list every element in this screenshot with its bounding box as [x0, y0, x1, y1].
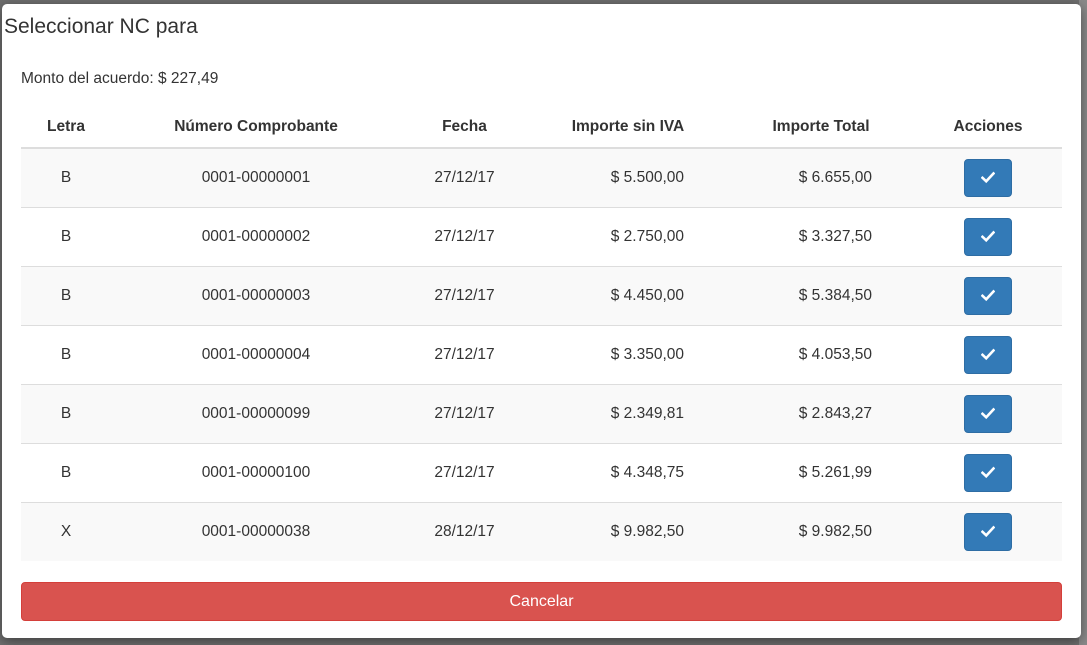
cell-numero: 0001-00000002	[111, 207, 401, 267]
check-icon	[981, 407, 995, 420]
cell-importe-total: $ 9.982,50	[728, 502, 914, 561]
cell-acciones	[914, 266, 1062, 326]
table-row: X 0001-00000038 28/12/17 $ 9.982,50 $ 9.…	[21, 502, 1062, 561]
cell-acciones	[914, 384, 1062, 444]
table-row: B 0001-00000002 27/12/17 $ 2.750,00 $ 3.…	[21, 207, 1062, 267]
select-nc-modal: Seleccionar NC para Monto del acuerdo: $…	[2, 4, 1081, 638]
cell-fecha: 27/12/17	[401, 147, 528, 208]
cell-numero: 0001-00000004	[111, 325, 401, 385]
cell-importe-total: $ 2.843,27	[728, 384, 914, 444]
check-icon	[981, 525, 995, 538]
select-nc-button[interactable]	[964, 513, 1012, 551]
cell-acciones	[914, 147, 1062, 208]
cell-importe-sin-iva: $ 5.500,00	[528, 147, 728, 208]
cell-letra: B	[21, 384, 111, 444]
cell-numero: 0001-00000099	[111, 384, 401, 444]
table-row: B 0001-00000100 27/12/17 $ 4.348,75 $ 5.…	[21, 443, 1062, 503]
table-body: B 0001-00000001 27/12/17 $ 5.500,00 $ 6.…	[21, 147, 1062, 561]
select-nc-button[interactable]	[964, 159, 1012, 197]
header-numero-comprobante[interactable]: Número Comprobante	[111, 106, 401, 149]
check-icon	[981, 230, 995, 243]
header-importe-sin-iva[interactable]: Importe sin IVA	[528, 106, 728, 149]
agreement-amount: Monto del acuerdo: $ 227,49	[21, 70, 219, 87]
cell-fecha: 27/12/17	[401, 325, 528, 385]
cell-importe-sin-iva: $ 2.750,00	[528, 207, 728, 267]
cell-fecha: 27/12/17	[401, 384, 528, 444]
cell-letra: B	[21, 443, 111, 503]
cell-letra: X	[21, 502, 111, 561]
cell-importe-sin-iva: $ 9.982,50	[528, 502, 728, 561]
cell-importe-total: $ 4.053,50	[728, 325, 914, 385]
cell-acciones	[914, 207, 1062, 267]
header-letra[interactable]: Letra	[21, 106, 111, 149]
table-row: B 0001-00000003 27/12/17 $ 4.450,00 $ 5.…	[21, 266, 1062, 326]
cell-importe-sin-iva: $ 2.349,81	[528, 384, 728, 444]
table-row: B 0001-00000099 27/12/17 $ 2.349,81 $ 2.…	[21, 384, 1062, 444]
cell-letra: B	[21, 266, 111, 326]
check-icon	[981, 171, 995, 184]
cell-acciones	[914, 502, 1062, 561]
table-row: B 0001-00000004 27/12/17 $ 3.350,00 $ 4.…	[21, 325, 1062, 385]
cell-numero: 0001-00000038	[111, 502, 401, 561]
table-row: B 0001-00000001 27/12/17 $ 5.500,00 $ 6.…	[21, 147, 1062, 208]
cell-acciones	[914, 325, 1062, 385]
cell-fecha: 28/12/17	[401, 502, 528, 561]
modal-title: Seleccionar NC para	[4, 15, 198, 38]
credit-notes-table-wrap: Letra Número Comprobante Fecha Importe s…	[21, 106, 1062, 561]
cell-numero: 0001-00000100	[111, 443, 401, 503]
select-nc-button[interactable]	[964, 336, 1012, 374]
select-nc-button[interactable]	[964, 277, 1012, 315]
select-nc-button[interactable]	[964, 218, 1012, 256]
header-importe-total[interactable]: Importe Total	[728, 106, 914, 149]
cell-importe-total: $ 5.384,50	[728, 266, 914, 326]
header-fecha[interactable]: Fecha	[401, 106, 528, 149]
table-header: Letra Número Comprobante Fecha Importe s…	[21, 106, 1062, 149]
cell-numero: 0001-00000003	[111, 266, 401, 326]
cell-fecha: 27/12/17	[401, 207, 528, 267]
check-icon	[981, 289, 995, 302]
cell-importe-sin-iva: $ 4.348,75	[528, 443, 728, 503]
cancel-button[interactable]: Cancelar	[21, 582, 1062, 621]
cell-letra: B	[21, 325, 111, 385]
cell-fecha: 27/12/17	[401, 266, 528, 326]
cell-importe-total: $ 3.327,50	[728, 207, 914, 267]
select-nc-button[interactable]	[964, 395, 1012, 433]
cell-importe-sin-iva: $ 3.350,00	[528, 325, 728, 385]
cell-importe-sin-iva: $ 4.450,00	[528, 266, 728, 326]
cell-letra: B	[21, 147, 111, 208]
check-icon	[981, 348, 995, 361]
check-icon	[981, 466, 995, 479]
cell-letra: B	[21, 207, 111, 267]
cell-numero: 0001-00000001	[111, 147, 401, 208]
select-nc-button[interactable]	[964, 454, 1012, 492]
cell-importe-total: $ 6.655,00	[728, 147, 914, 208]
cell-fecha: 27/12/17	[401, 443, 528, 503]
credit-notes-table: Letra Número Comprobante Fecha Importe s…	[21, 106, 1062, 561]
header-acciones: Acciones	[914, 106, 1062, 149]
cell-acciones	[914, 443, 1062, 503]
cell-importe-total: $ 5.261,99	[728, 443, 914, 503]
